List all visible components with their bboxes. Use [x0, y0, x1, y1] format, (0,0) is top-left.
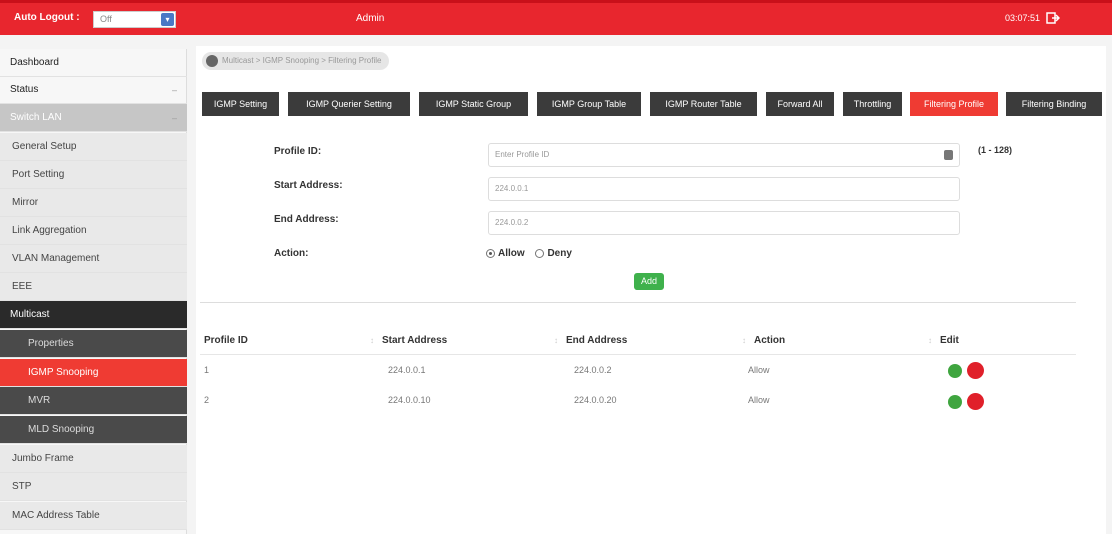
breadcrumb-text[interactable]: Multicast > IGMP Snooping > Filtering Pr…: [222, 56, 381, 65]
column-header-label: Action: [754, 335, 786, 346]
auto-logout-label: Auto Logout :: [14, 12, 80, 23]
end-address-label: End Address:: [274, 214, 339, 225]
table-header-divider: [200, 354, 1076, 355]
sidebar-item-port-setting[interactable]: Port Setting: [0, 161, 187, 189]
profile-id-range: (1 - 128): [978, 145, 1013, 155]
sidebar-item-jumbo-frame[interactable]: Jumbo Frame: [0, 445, 187, 473]
cell-profile-id: 1: [204, 365, 210, 375]
action-radio-group: Allow Deny: [486, 248, 572, 259]
cell-action: Allow: [748, 365, 770, 375]
column-header-profile-id[interactable]: Profile ID: [204, 335, 248, 346]
cell-end-address: 224.0.0.2: [574, 365, 612, 375]
action-deny-radio[interactable]: [535, 248, 545, 258]
sidebar-item-general-setup[interactable]: General Setup: [0, 133, 187, 161]
user-name: Admin: [356, 13, 385, 24]
edit-icon[interactable]: [948, 364, 962, 378]
tab-filtering-binding[interactable]: Filtering Binding: [1006, 92, 1102, 116]
collapse-icon: –: [171, 85, 177, 95]
sort-icon: ↕: [554, 336, 558, 345]
sidebar-item-mvr[interactable]: MVR: [0, 387, 187, 415]
top-bar: Auto Logout : Off ▾ Admin 03:07:51: [0, 0, 1112, 35]
cell-action: Allow: [748, 395, 770, 405]
divider: [200, 302, 1076, 303]
collapse-icon: –: [171, 113, 177, 123]
sidebar-item-dashboard[interactable]: Dashboard: [0, 49, 187, 77]
spinner-icon[interactable]: [944, 150, 953, 160]
profile-id-input[interactable]: Enter Profile ID: [488, 143, 960, 167]
sidebar-item-mld-snooping[interactable]: MLD Snooping: [0, 416, 187, 444]
logout-icon[interactable]: [1046, 11, 1060, 25]
column-header-action[interactable]: ↕ Action: [742, 335, 785, 346]
column-header-start-address[interactable]: ↕ Start Address: [370, 335, 447, 346]
chevron-down-icon: ▾: [161, 13, 174, 26]
tab-igmp-group-table[interactable]: IGMP Group Table: [537, 92, 641, 116]
action-deny-label: Deny: [547, 248, 572, 259]
profile-id-label: Profile ID:: [274, 146, 322, 157]
column-header-label: Start Address: [382, 335, 448, 346]
action-allow-label: Allow: [498, 248, 525, 259]
tab-igmp-setting[interactable]: IGMP Setting: [202, 92, 279, 116]
add-button[interactable]: Add: [634, 273, 664, 290]
tab-igmp-router-table[interactable]: IGMP Router Table: [650, 92, 757, 116]
sort-icon: ↕: [928, 336, 932, 345]
sidebar-item-eee[interactable]: EEE: [0, 273, 187, 301]
cell-start-address: 224.0.0.10: [388, 395, 431, 405]
sidebar-item-properties[interactable]: Properties: [0, 330, 187, 358]
sidebar-item-vlan-management[interactable]: VLAN Management: [0, 245, 187, 273]
sidebar: Dashboard Status – Switch LAN – General Se…: [0, 49, 187, 534]
cell-profile-id: 2: [204, 395, 210, 405]
column-header-label: Edit: [940, 335, 959, 346]
action-allow-radio[interactable]: [486, 248, 495, 258]
column-header-label: End Address: [566, 335, 628, 346]
clock: 03:07:51: [1005, 13, 1041, 23]
sidebar-item-label: Switch LAN: [10, 112, 62, 123]
start-address-input[interactable]: 224.0.0.1: [488, 177, 960, 201]
breadcrumb: Multicast > IGMP Snooping > Filtering Pr…: [202, 52, 390, 70]
sidebar-item-link-aggregation[interactable]: Link Aggregation: [0, 217, 187, 245]
auto-logout-value: Off: [100, 14, 112, 24]
auto-logout-select[interactable]: Off ▾: [93, 11, 176, 28]
action-label: Action:: [274, 248, 309, 259]
home-icon: [206, 55, 218, 67]
sidebar-item-stp[interactable]: STP: [0, 473, 187, 501]
cell-start-address: 224.0.0.1: [388, 365, 426, 375]
tab-igmp-querier-setting[interactable]: IGMP Querier Setting: [288, 92, 410, 116]
sort-icon: ↕: [742, 336, 746, 345]
sidebar-item-switch-lan[interactable]: Switch LAN –: [0, 104, 187, 132]
delete-icon[interactable]: [967, 362, 984, 379]
tab-igmp-static-group[interactable]: IGMP Static Group: [419, 92, 528, 116]
sidebar-item-label: Status: [10, 84, 39, 95]
tab-forward-all[interactable]: Forward All: [766, 92, 834, 116]
delete-icon[interactable]: [967, 393, 984, 410]
column-header-edit[interactable]: ↕ Edit: [928, 335, 959, 346]
sidebar-item-status[interactable]: Status –: [0, 76, 187, 104]
main-panel: Multicast > IGMP Snooping > Filtering Pr…: [196, 46, 1106, 534]
edit-icon[interactable]: [948, 395, 962, 409]
sort-icon: ↕: [370, 336, 374, 345]
profile-id-placeholder: Enter Profile ID: [495, 150, 550, 159]
tab-filtering-profile[interactable]: Filtering Profile: [910, 92, 998, 116]
sidebar-item-mac-address-table[interactable]: MAC Address Table: [0, 502, 187, 530]
start-address-label: Start Address:: [274, 180, 343, 191]
sidebar-item-igmp-snooping[interactable]: IGMP Snooping: [0, 359, 187, 387]
cell-end-address: 224.0.0.20: [574, 395, 617, 405]
sidebar-item-multicast[interactable]: Multicast: [0, 301, 187, 329]
tab-throttling[interactable]: Throttling: [843, 92, 902, 116]
sidebar-item-mirror[interactable]: Mirror: [0, 189, 187, 217]
end-address-input[interactable]: 224.0.0.2: [488, 211, 960, 235]
column-header-end-address[interactable]: ↕ End Address: [554, 335, 627, 346]
